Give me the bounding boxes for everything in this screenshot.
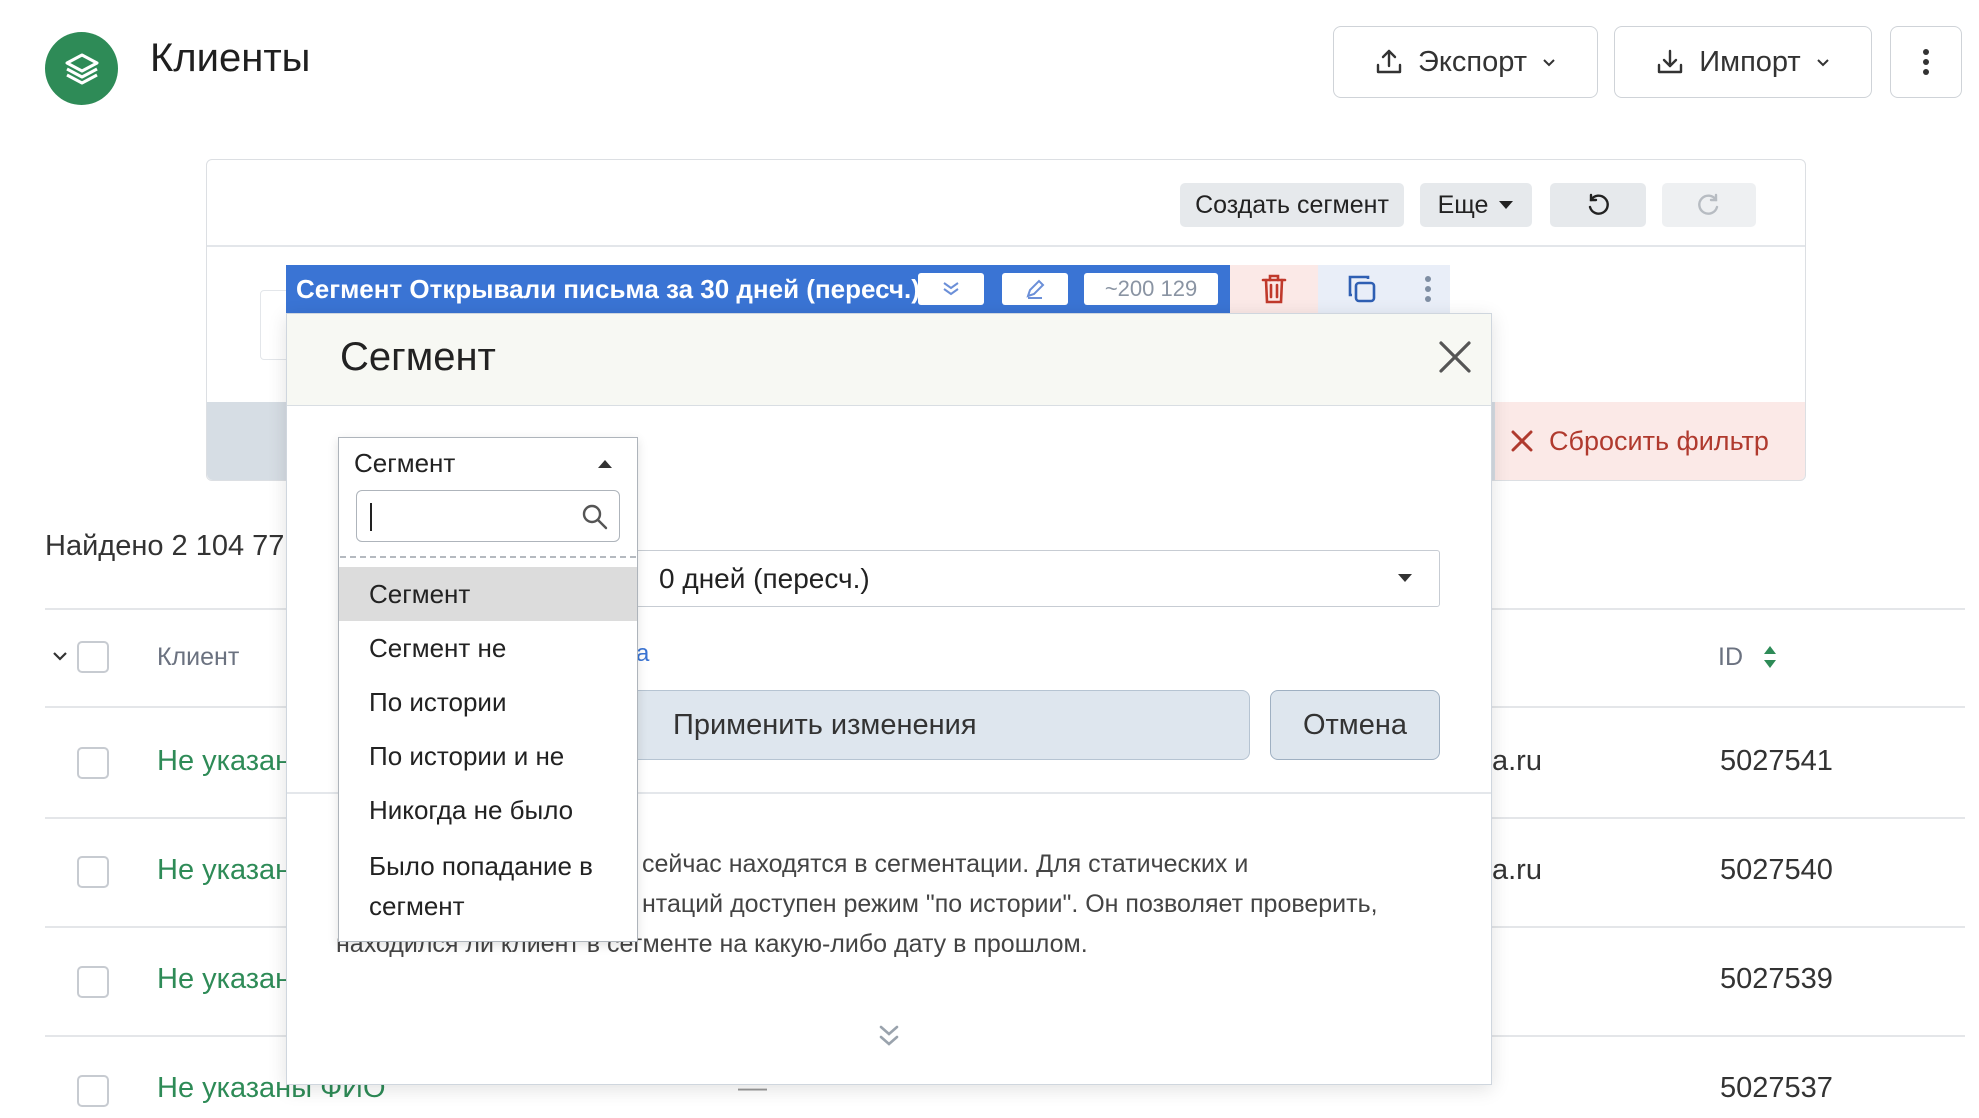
modal-title: Сегмент	[340, 335, 496, 379]
page-title: Клиенты	[150, 36, 311, 80]
caret-down-icon	[1499, 201, 1514, 209]
row-checkbox[interactable]	[77, 1075, 109, 1107]
close-icon[interactable]	[1438, 340, 1472, 374]
client-link[interactable]: Не указан	[157, 963, 291, 996]
segment-more-button[interactable]	[1406, 265, 1450, 313]
undo-button[interactable]	[1550, 183, 1646, 227]
column-header-id[interactable]: ID	[1718, 643, 1743, 672]
trash-icon	[1261, 274, 1287, 304]
client-id: 5027537	[1720, 1072, 1833, 1104]
apply-changes-button[interactable]: Применить изменения	[590, 690, 1250, 760]
row-checkbox[interactable]	[77, 856, 109, 888]
found-count: Найдено 2 104 77	[45, 530, 285, 562]
redo-button[interactable]	[1662, 183, 1756, 227]
reset-filter-label: Сбросить фильтр	[1549, 425, 1769, 456]
pen-icon	[1026, 279, 1045, 299]
create-segment-button[interactable]: Создать сегмент	[1180, 183, 1404, 227]
client-email: a.ru	[1492, 745, 1542, 777]
dropdown-option[interactable]: Было попадание в сегмент	[339, 846, 599, 926]
chevron-down-icon	[1543, 59, 1555, 67]
select-all-checkbox[interactable]	[77, 641, 109, 673]
delete-segment-button[interactable]	[1230, 265, 1318, 313]
cancel-button[interactable]: Отмена	[1270, 690, 1440, 760]
upload-icon	[1376, 49, 1402, 74]
export-button[interactable]: Экспорт	[1333, 26, 1598, 98]
more-options-button[interactable]	[1890, 26, 1962, 98]
column-header-client[interactable]: Клиент	[157, 643, 239, 672]
client-link[interactable]: Не указан	[157, 854, 291, 887]
export-label: Экспорт	[1418, 45, 1527, 78]
more-dropdown-button[interactable]: Еще	[1420, 183, 1532, 227]
dropdown-search-input[interactable]	[356, 490, 620, 542]
client-id: 5027540	[1720, 854, 1833, 886]
modal-link[interactable]: а	[636, 640, 649, 668]
client-id: 5027539	[1720, 963, 1833, 995]
dropdown-option[interactable]: Сегмент не	[339, 621, 637, 675]
segment-bar[interactable]: Сегмент Открывали письма за 30 дней (пер…	[286, 265, 1230, 313]
text-cursor	[370, 503, 372, 531]
client-email: a.ru	[1492, 854, 1542, 886]
layers-icon	[65, 53, 98, 84]
caret-down-icon	[1398, 574, 1412, 582]
import-label: Импорт	[1699, 45, 1801, 78]
segment-select-value: 0 дней (пересч.)	[659, 562, 870, 594]
expand-segment-button[interactable]	[918, 273, 984, 305]
dropdown-option[interactable]: Никогда не было	[339, 783, 637, 837]
reset-filter-button[interactable]: Сбросить фильтр	[1495, 402, 1805, 480]
double-chevron-down-icon	[943, 282, 959, 296]
apply-changes-label: Применить изменения	[673, 708, 977, 741]
kebab-menu-icon	[1923, 49, 1929, 75]
segment-bar-label: Сегмент Открывали письма за 30 дней (пер…	[296, 273, 920, 304]
sort-icon[interactable]	[1762, 643, 1778, 671]
redo-icon	[1698, 193, 1719, 215]
row-checkbox[interactable]	[77, 966, 109, 998]
undo-icon	[1588, 193, 1609, 215]
copy-segment-button[interactable]	[1318, 265, 1406, 313]
search-icon	[582, 504, 608, 530]
kebab-menu-icon	[1425, 276, 1431, 302]
app-logo	[45, 32, 118, 105]
client-link[interactable]: Не указан	[157, 745, 291, 778]
copy-icon	[1348, 275, 1376, 303]
more-label: Еще	[1437, 190, 1489, 219]
download-icon	[1658, 49, 1683, 74]
dropdown-current-value[interactable]: Сегмент	[354, 448, 455, 479]
chevron-down-icon[interactable]	[52, 650, 68, 662]
caret-up-icon[interactable]	[597, 459, 613, 469]
panel-divider	[207, 245, 1805, 247]
segment-count-badge: ~200 129	[1084, 273, 1218, 305]
client-id: 5027541	[1720, 745, 1833, 777]
chevron-down-icon	[1816, 59, 1829, 67]
dropdown-option[interactable]: По истории и не	[339, 729, 637, 783]
dropdown-option[interactable]: Сегмент	[339, 567, 637, 621]
close-icon	[1511, 430, 1533, 452]
dropdown-separator	[340, 556, 636, 558]
import-button[interactable]: Импорт	[1614, 26, 1872, 98]
row-checkbox[interactable]	[77, 747, 109, 779]
segment-select[interactable]: 0 дней (пересч.)	[620, 550, 1440, 607]
dropdown-option[interactable]: По истории	[339, 675, 637, 729]
double-chevron-down-icon[interactable]	[878, 1023, 900, 1049]
edit-segment-button[interactable]	[1002, 273, 1068, 305]
